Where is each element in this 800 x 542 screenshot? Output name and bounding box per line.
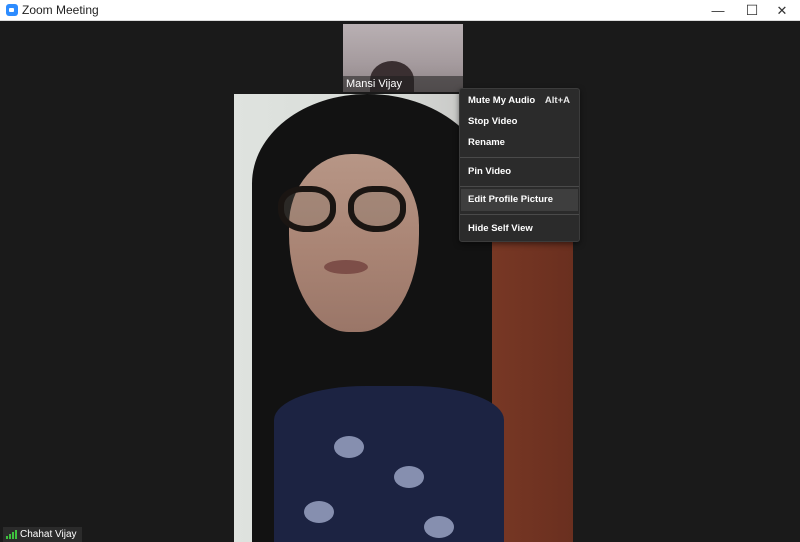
menu-separator (460, 186, 579, 187)
video-stage: Mansi Vijay Chahat Vijay Mute My Audio A… (0, 21, 800, 542)
title-bar: Zoom Meeting — ☐ ✕ (0, 0, 800, 21)
menu-item-hide-self-view[interactable]: Hide Self View (461, 218, 578, 240)
menu-item-pin-video[interactable]: Pin Video (461, 161, 578, 183)
menu-item-edit-profile-picture[interactable]: Edit Profile Picture (461, 189, 578, 211)
video-face-shape (289, 154, 419, 332)
menu-shortcut: Alt+A (544, 95, 570, 106)
clothing-motif (334, 436, 364, 458)
clothing-motif (394, 466, 424, 488)
thumbnail-participant-name: Mansi Vijay (343, 76, 463, 92)
minimize-button[interactable]: — (700, 0, 736, 21)
main-participant-label: Chahat Vijay (3, 527, 82, 542)
clothing-motif (304, 501, 334, 523)
video-clothing-shape (274, 386, 504, 542)
menu-item-rename[interactable]: Rename (461, 132, 578, 154)
clothing-motif (424, 516, 454, 538)
participant-thumbnail[interactable]: Mansi Vijay (343, 24, 463, 92)
menu-item-label: Mute My Audio (468, 95, 536, 106)
window-title: Zoom Meeting (22, 3, 99, 17)
menu-separator (460, 214, 579, 215)
signal-strength-icon (6, 530, 17, 539)
menu-separator (460, 157, 579, 158)
menu-item-mute-audio[interactable]: Mute My Audio Alt+A (461, 90, 578, 112)
video-lips-shape (324, 260, 368, 274)
zoom-app-icon (6, 4, 18, 16)
menu-item-stop-video[interactable]: Stop Video (461, 111, 578, 133)
main-participant-name: Chahat Vijay (20, 529, 77, 540)
video-glasses-left (278, 186, 336, 232)
video-context-menu: Mute My Audio Alt+A Stop Video Rename Pi… (459, 88, 580, 242)
video-glasses-right (348, 186, 406, 232)
close-button[interactable]: ✕ (764, 0, 800, 21)
